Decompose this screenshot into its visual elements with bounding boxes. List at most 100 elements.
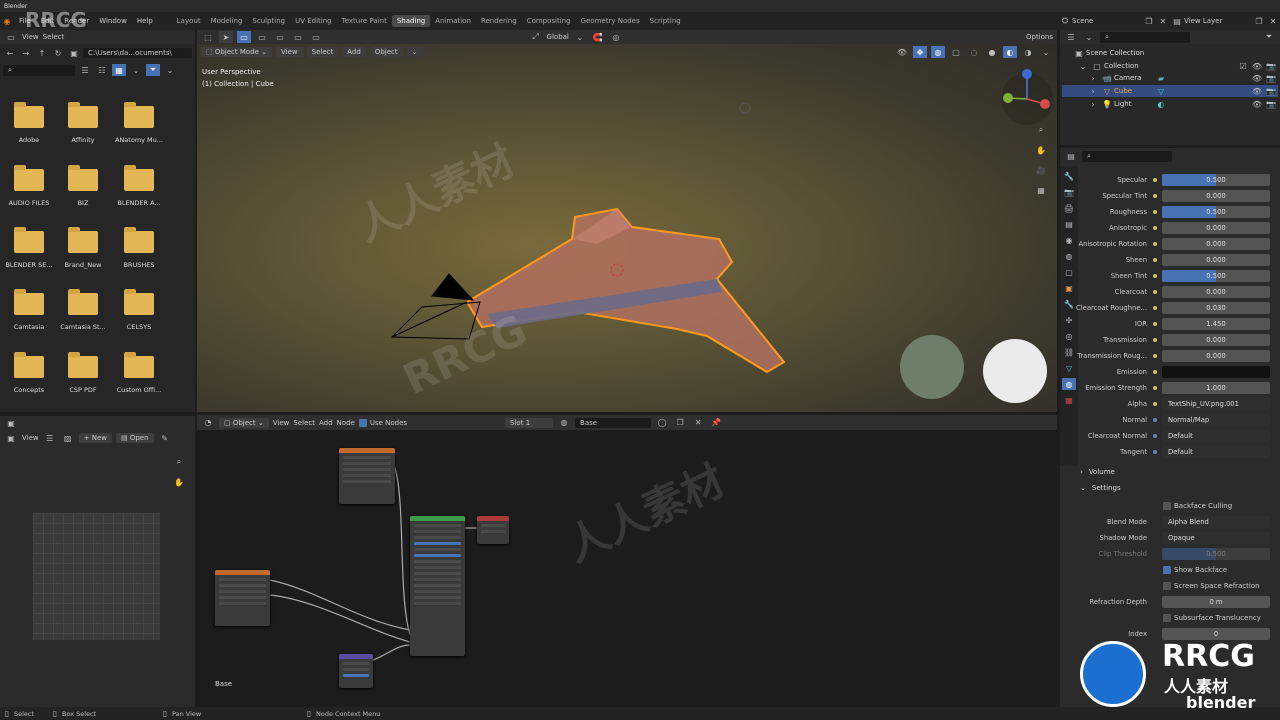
subsurface-translucency-checkbox[interactable]	[1163, 613, 1171, 622]
blend-mode-dropdown[interactable]: Alpha Blend	[1162, 516, 1270, 528]
material-sphere-icon[interactable]: ◍	[557, 417, 571, 429]
folder-item[interactable]: CSP PDF	[58, 352, 108, 394]
normal-map-node[interactable]	[339, 654, 373, 688]
folder-item[interactable]: Camtasia St...	[58, 289, 108, 331]
collection-checkbox-icon[interactable]: ☑	[1236, 60, 1250, 72]
camera-view-icon[interactable]: 🎥	[1034, 164, 1048, 176]
fake-user-icon[interactable]: ◯	[655, 417, 669, 429]
transform-orientation[interactable]: Global	[547, 33, 569, 41]
collection-eye-icon[interactable]: 👁	[1250, 60, 1264, 72]
outliner-search-input[interactable]: ⌕	[1100, 31, 1190, 43]
back-arrow-icon[interactable]: ←	[3, 47, 17, 59]
folder-item[interactable]: BLENDER A...	[114, 165, 164, 207]
folder-item[interactable]: AUDIO FILES	[4, 165, 54, 207]
property-value-field[interactable]: 1.000	[1162, 382, 1270, 394]
editor-type-icon[interactable]: ▭	[4, 31, 18, 43]
spaceship-mesh[interactable]	[465, 207, 786, 374]
folder-item[interactable]: CELSYS	[114, 289, 164, 331]
camera-render-icon[interactable]: 📷	[1264, 72, 1278, 84]
folder-item[interactable]: Affinity	[58, 102, 108, 144]
file-search-input[interactable]: ⌕	[3, 64, 75, 76]
property-value-field[interactable]: Default	[1162, 430, 1270, 442]
principled-bsdf-node[interactable]	[410, 516, 465, 656]
3d-viewport[interactable]: ⬚ Object Mode ⌄ View Select Add Object ⌄…	[197, 44, 1057, 412]
folder-item[interactable]: BIZ	[58, 165, 108, 207]
volume-panel-header[interactable]: › Volume	[1080, 465, 1278, 478]
property-value-field[interactable]: 0.000	[1162, 334, 1270, 346]
tab-modeling[interactable]: Modeling	[206, 15, 248, 27]
show-backface-toggle[interactable]: Show Backface	[1163, 564, 1227, 575]
display-mode-icon[interactable]: ⌄	[1082, 31, 1096, 43]
tab-rendering[interactable]: Rendering	[476, 15, 522, 27]
duplicate-material-icon[interactable]: ❐	[673, 417, 687, 429]
outliner-item-light[interactable]: › 💡 Light ◐ 👁 📷	[1062, 98, 1278, 110]
fb-menu-view[interactable]: View	[22, 33, 39, 41]
parent-dir-icon[interactable]: ↑	[35, 47, 49, 59]
folder-item[interactable]: Concepts	[4, 352, 54, 394]
navigation-gizmo[interactable]	[1001, 69, 1053, 125]
node-editor-type-icon[interactable]: ◔	[201, 417, 215, 429]
tab-sculpting[interactable]: Sculpting	[247, 15, 290, 27]
ne-menu-select[interactable]: Select	[293, 419, 315, 427]
property-value-field[interactable]: 0.500	[1162, 174, 1270, 186]
light-render-icon[interactable]: 📷	[1264, 98, 1278, 110]
folder-item[interactable]: Custom Offi...	[114, 352, 164, 394]
outliner-item-camera[interactable]: › 📹 Camera ▰ 👁 📷	[1062, 72, 1278, 84]
pin-icon[interactable]: ✎	[158, 432, 172, 444]
screen-space-refraction-toggle[interactable]: Screen Space Refraction	[1163, 580, 1260, 591]
select-tool-icon[interactable]: ➤	[219, 31, 233, 43]
cube-render-icon[interactable]: 📷	[1264, 85, 1278, 97]
material-name-field[interactable]: Base	[575, 417, 652, 428]
tab-layout[interactable]: Layout	[172, 15, 206, 27]
shadow-mode-dropdown[interactable]: Opaque	[1162, 532, 1270, 544]
tab-texture-paint[interactable]: Texture Paint	[337, 15, 392, 27]
property-value-field[interactable]: 1.450	[1162, 318, 1270, 330]
select-subtract-icon[interactable]: ▭	[273, 31, 287, 43]
property-value-field[interactable]: Default	[1162, 446, 1270, 458]
ne-menu-add[interactable]: Add	[319, 419, 333, 427]
properties-type-icon[interactable]: ▤	[1064, 150, 1078, 162]
property-value-field[interactable]: 0.030	[1162, 302, 1270, 314]
subsurface-translucency-toggle[interactable]: Subsurface Translucency	[1163, 612, 1261, 623]
properties-search-input[interactable]: ⌕	[1082, 150, 1172, 162]
image-browse-icon[interactable]: ▨	[61, 432, 75, 444]
light-eye-icon[interactable]: 👁	[1250, 98, 1264, 110]
tab-scripting[interactable]: Scripting	[645, 15, 686, 27]
tab-shading[interactable]: Shading	[391, 15, 431, 27]
filter-icon[interactable]: ⏷	[146, 64, 160, 76]
image-texture-node-top[interactable]	[339, 448, 395, 504]
property-value-field[interactable]: 0.000	[1162, 350, 1270, 362]
pan-hand-icon[interactable]: ✋	[172, 476, 186, 488]
tab-compositing[interactable]: Compositing	[522, 15, 576, 27]
select-invert-icon[interactable]: ▭	[291, 31, 305, 43]
image-texture-node-left[interactable]	[215, 570, 270, 626]
property-value-field[interactable]: Normal/Map	[1162, 414, 1270, 426]
scene-name[interactable]: Scene	[1072, 17, 1142, 25]
property-value-field[interactable]: 0.000	[1162, 222, 1270, 234]
backface-culling-checkbox[interactable]	[1163, 501, 1171, 510]
ne-menu-view[interactable]: View	[273, 419, 290, 427]
expand-arrow-icon[interactable]: ›	[1086, 98, 1100, 110]
zoom-icon[interactable]: ⌕	[172, 456, 186, 468]
expand-arrow-icon[interactable]: ›	[1086, 85, 1100, 97]
filter-dropdown-icon[interactable]: ⌄	[163, 64, 177, 76]
image-editor-type-icon[interactable]: ▣	[4, 417, 18, 429]
property-value-field[interactable]: 0.000	[1162, 286, 1270, 298]
open-image-button[interactable]: ▤ Open	[116, 433, 154, 443]
view-layer-name[interactable]: View Layer	[1184, 17, 1252, 25]
property-value-field[interactable]: 0.500	[1162, 270, 1270, 282]
folder-item[interactable]: Adobe	[4, 102, 54, 144]
path-field[interactable]: C:\Users\da...ocuments\	[83, 48, 192, 58]
scene-browse-icon[interactable]: ❐	[1142, 15, 1156, 27]
orientation-icon[interactable]: ⤢	[529, 31, 543, 43]
view-mode-icon[interactable]: ▣	[4, 432, 18, 444]
scene-close-icon[interactable]: ✕	[1156, 15, 1170, 27]
tab-animation[interactable]: Animation	[430, 15, 476, 27]
folder-item[interactable]: BLENDER SE...	[4, 227, 54, 269]
thumbnails-icon[interactable]: ▦	[112, 64, 126, 76]
property-value-field[interactable]: 0.000	[1162, 254, 1270, 266]
zoom-view-icon[interactable]: ⌕	[1034, 124, 1048, 136]
fb-menu-select[interactable]: Select	[43, 33, 65, 41]
camera-eye-icon[interactable]: 👁	[1250, 72, 1264, 84]
property-value-field[interactable]: 0.000	[1162, 190, 1270, 202]
